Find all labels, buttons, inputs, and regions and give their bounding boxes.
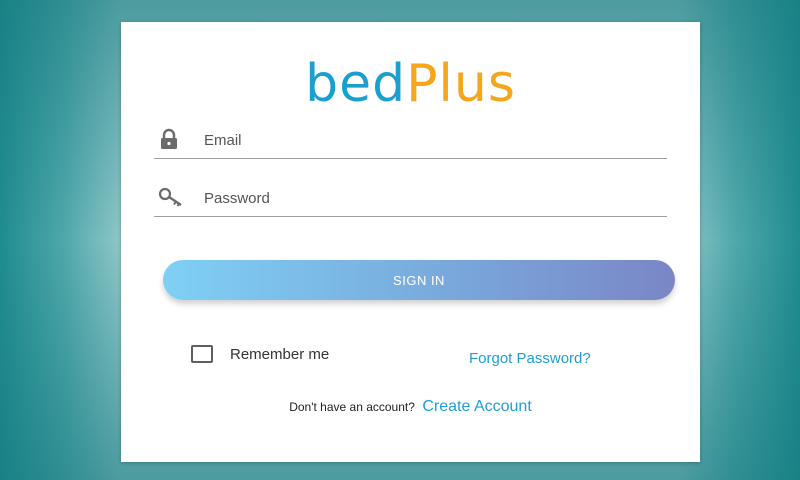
create-account-link[interactable]: Create Account bbox=[422, 398, 531, 415]
password-field-row bbox=[154, 182, 667, 217]
signup-prompt: Don't have an account? Create Account bbox=[121, 398, 700, 416]
remember-me-label: Remember me bbox=[230, 345, 330, 363]
remember-me[interactable]: Remember me bbox=[191, 343, 329, 365]
logo-text-plus: Plus bbox=[406, 54, 516, 114]
forgot-password-link[interactable]: Forgot Password? bbox=[469, 350, 591, 367]
remember-me-checkbox[interactable] bbox=[191, 345, 213, 363]
key-icon bbox=[158, 186, 182, 208]
password-input[interactable] bbox=[204, 186, 667, 210]
signup-question: Don't have an account? bbox=[289, 400, 415, 414]
email-field-row bbox=[154, 124, 667, 159]
sign-in-button[interactable]: SIGN IN bbox=[163, 260, 675, 300]
logo-text-bed: bed bbox=[305, 54, 407, 114]
email-input[interactable] bbox=[204, 128, 667, 152]
brand-logo: bedPlus bbox=[121, 56, 700, 112]
login-card: bedPlus SIGN IN Remember me Forgot Passw… bbox=[121, 22, 700, 462]
lock-icon bbox=[158, 128, 180, 150]
